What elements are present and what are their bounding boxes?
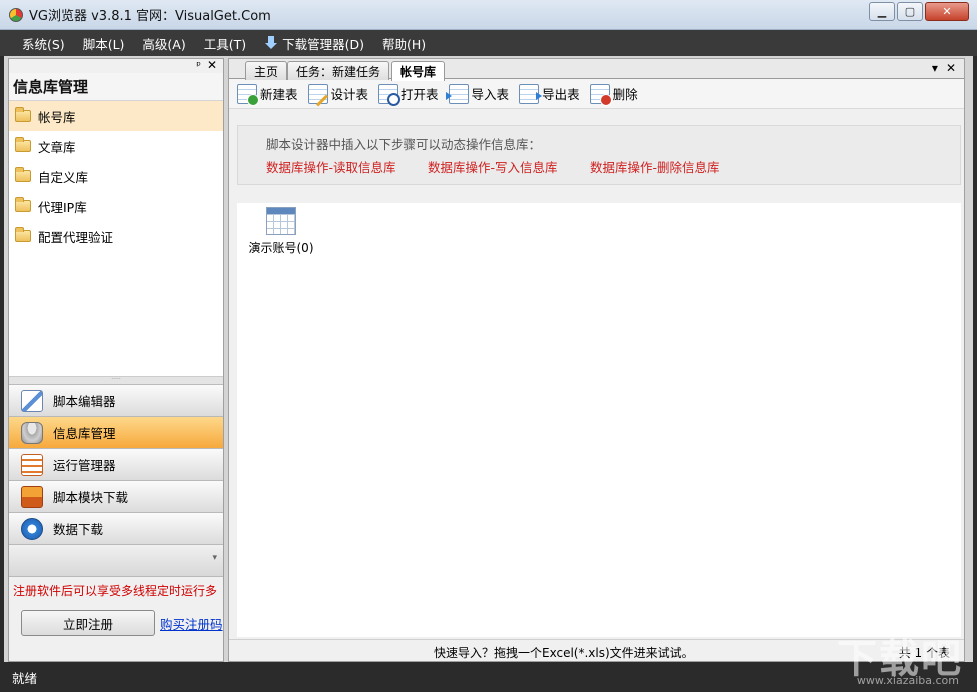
pin-icon[interactable]: ᵖ <box>196 59 201 72</box>
edit-icon <box>21 389 43 412</box>
tree-item-label: 代理IP库 <box>38 199 87 215</box>
download-icon <box>264 36 278 50</box>
table-item-demo-account[interactable]: 演示账号(0) <box>241 207 321 256</box>
tree-item-account-library[interactable]: 帐号库 <box>9 101 223 131</box>
export-icon <box>519 83 543 104</box>
folder-icon <box>15 137 31 152</box>
title-bar: VG浏览器 v3.8.1 官网：VisualGet.Com ▁ ▢ ✕ <box>0 0 977 30</box>
new-table-button[interactable]: 新建表 <box>237 83 298 106</box>
nav-overflow[interactable]: ▾ <box>9 545 223 577</box>
tree-item-label: 自定义库 <box>38 169 89 185</box>
maximize-button[interactable]: ▢ <box>897 2 923 21</box>
new-table-icon <box>237 83 259 106</box>
import-icon <box>445 83 469 104</box>
nav-data-download[interactable]: 数据下载 <box>9 513 223 545</box>
database-icon <box>21 421 43 444</box>
nav-label: 数据下载 <box>53 522 104 537</box>
register-button[interactable]: 立即注册 <box>21 610 155 636</box>
menu-script[interactable]: 脚本(L) <box>74 30 134 56</box>
nav-label: 运行管理器 <box>53 458 116 473</box>
tree-item-label: 文章库 <box>38 139 76 155</box>
folder-icon <box>15 227 31 242</box>
left-panel: ᵖ ✕ 信息库管理 帐号库 文章库 自定义库 代理IP库 配置代理验证 ····… <box>8 58 224 662</box>
tree-item-label: 配置代理验证 <box>38 229 114 245</box>
nav-script-editor[interactable]: 脚本编辑器 <box>9 385 223 417</box>
open-table-button[interactable]: 打开表 <box>378 83 439 106</box>
delete-button[interactable]: 删除 <box>589 83 638 106</box>
left-panel-header: ᵖ ✕ <box>9 58 223 73</box>
panel-close-icon[interactable]: ✕ <box>207 58 217 72</box>
info-description: 脚本设计器中插入以下步骤可以动态操作信息库： <box>266 137 542 152</box>
import-table-button[interactable]: 导入表 <box>445 83 510 104</box>
window-title: VG浏览器 v3.8.1 官网：VisualGet.Com <box>29 9 271 24</box>
delete-icon <box>589 83 612 106</box>
toolbar-label: 导入表 <box>471 87 510 102</box>
nav-run-manager[interactable]: 运行管理器 <box>9 449 223 481</box>
menu-help[interactable]: 帮助(H) <box>373 30 435 56</box>
menu-advanced[interactable]: 高级(A) <box>133 30 194 56</box>
menu-tools[interactable]: 工具(T) <box>195 30 255 56</box>
nav-label: 信息库管理 <box>53 426 116 441</box>
tree-item-custom-library[interactable]: 自定义库 <box>9 161 223 191</box>
tab-account-library[interactable]: 帐号库 <box>391 61 446 81</box>
chevron-down-icon[interactable]: ▾ <box>212 553 217 563</box>
menu-download-manager[interactable]: 下载管理器(D) <box>255 30 373 56</box>
buy-code-link[interactable]: 购买注册码 <box>160 614 223 633</box>
export-table-button[interactable]: 导出表 <box>519 83 580 104</box>
tree-item-label: 帐号库 <box>38 109 76 125</box>
close-button[interactable]: ✕ <box>925 2 969 21</box>
tree-item-proxy-verification[interactable]: 配置代理验证 <box>9 221 223 251</box>
toolbar-label: 新建表 <box>260 87 298 102</box>
toolbar-label: 设计表 <box>330 87 369 102</box>
nav-label: 脚本模块下载 <box>53 490 129 505</box>
watermark-url: www.xiazaiba.com <box>856 674 959 687</box>
menu-system[interactable]: 系统(S) <box>13 30 74 56</box>
table-icon <box>266 207 296 235</box>
minimize-button[interactable]: ▁ <box>869 2 895 21</box>
app-logo-icon <box>9 7 23 22</box>
menu-download-manager-label: 下载管理器(D) <box>282 36 365 52</box>
table-list-area: 演示账号(0) <box>237 203 961 637</box>
toolbar: 新建表 设计表 打开表 导入表 导出表 删除 <box>229 79 964 109</box>
tree-item-proxy-ip-library[interactable]: 代理IP库 <box>9 191 223 221</box>
tree-item-article-library[interactable]: 文章库 <box>9 131 223 161</box>
promo-text: 注册软件后可以享受多线程定时运行多 <box>9 577 223 603</box>
folder-icon <box>15 107 31 122</box>
toolbar-label: 删除 <box>612 87 638 102</box>
panel-splitter[interactable]: ····· <box>9 377 223 385</box>
menu-bar: 系统(S) 脚本(L) 高级(A) 工具(T) 下载管理器(D) 帮助(H) <box>0 30 977 56</box>
main-panel: 主页 任务：新建任务 帐号库 ▾ ✕ 新建表 设计表 打开表 导入表 导出表 删… <box>228 58 965 662</box>
table-label: 演示账号(0) <box>248 241 314 255</box>
schedule-icon <box>21 453 43 476</box>
download-icon <box>21 517 43 540</box>
status-bar: 就绪 <box>0 662 977 692</box>
toolbar-label: 打开表 <box>401 87 439 102</box>
nav-label: 脚本编辑器 <box>53 394 116 409</box>
tab-strip: 主页 任务：新建任务 帐号库 ▾ ✕ <box>229 59 964 81</box>
store-icon <box>21 485 43 508</box>
tab-controls: ▾ ✕ <box>932 61 956 75</box>
toolbar-label: 导出表 <box>542 87 580 102</box>
window-controls: ▁ ▢ ✕ <box>869 2 969 21</box>
tab-close-icon[interactable]: ✕ <box>946 61 956 75</box>
open-table-icon <box>378 83 401 106</box>
tab-task[interactable]: 任务：新建任务 <box>287 61 390 80</box>
import-hint: 快速导入？拖拽一个Excel(*.xls)文件进来试试。 <box>434 646 694 660</box>
nav-library-manager[interactable]: 信息库管理 <box>9 417 223 449</box>
register-row: 立即注册 购买注册码 <box>9 603 223 643</box>
read-library-link[interactable]: 数据库操作-读取信息库 <box>266 157 396 176</box>
tab-home[interactable]: 主页 <box>245 61 288 80</box>
write-library-link[interactable]: 数据库操作-写入信息库 <box>428 157 558 176</box>
folder-icon <box>15 197 31 212</box>
info-box: 脚本设计器中插入以下步骤可以动态操作信息库： 数据库操作-读取信息库 数据库操作… <box>237 125 961 185</box>
tab-list-dropdown-icon[interactable]: ▾ <box>932 61 938 75</box>
nav-module-download[interactable]: 脚本模块下载 <box>9 481 223 513</box>
design-table-icon <box>307 83 328 104</box>
status-text: 就绪 <box>12 670 38 686</box>
folder-icon <box>15 167 31 182</box>
design-table-button[interactable]: 设计表 <box>307 83 369 104</box>
library-tree: 帐号库 文章库 自定义库 代理IP库 配置代理验证 <box>9 101 223 377</box>
delete-library-link[interactable]: 数据库操作-删除信息库 <box>590 157 720 176</box>
panel-title: 信息库管理 <box>9 73 223 101</box>
